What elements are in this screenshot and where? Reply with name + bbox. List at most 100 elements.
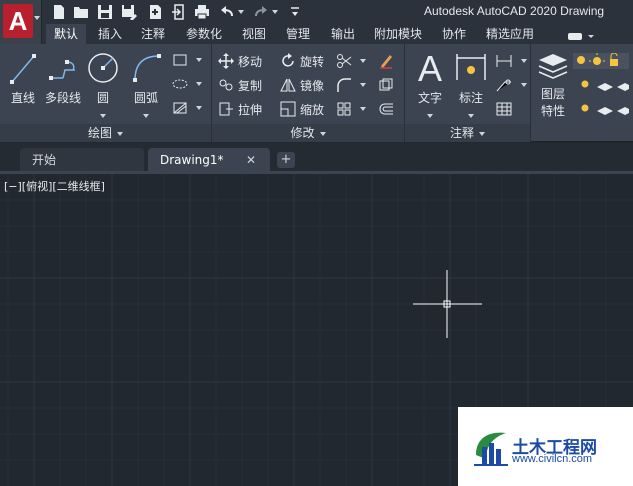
tab-view[interactable]: 视图 bbox=[234, 24, 274, 44]
mirror-button[interactable]: 镜像 bbox=[280, 75, 324, 95]
scissors-icon bbox=[337, 54, 352, 68]
tab-annotate[interactable]: 注释 bbox=[133, 24, 173, 44]
draw-panel-title[interactable]: 绘图 bbox=[0, 124, 211, 142]
plus-icon: + bbox=[280, 152, 292, 167]
copy-button[interactable]: 复制 bbox=[218, 75, 262, 95]
copy-icon bbox=[219, 79, 233, 91]
ribbon-display-toggle[interactable] bbox=[566, 28, 606, 41]
annotation-panel: A 文字 标注 注释 bbox=[405, 44, 531, 142]
offset-icon bbox=[379, 103, 393, 115]
offset-button[interactable] bbox=[378, 99, 398, 119]
polyline-icon bbox=[49, 60, 75, 80]
arc-button[interactable]: 圆弧 bbox=[128, 50, 164, 121]
tab-insert[interactable]: 插入 bbox=[90, 24, 130, 44]
text-icon: A bbox=[418, 50, 442, 86]
table-icon bbox=[496, 102, 512, 116]
dimension-icon bbox=[456, 54, 486, 80]
dimension-button[interactable]: 标注 bbox=[453, 50, 489, 121]
scale-label: 缩放 bbox=[300, 102, 325, 117]
close-icon[interactable]: ✕ bbox=[246, 148, 256, 172]
scale-button[interactable]: 缩放 bbox=[280, 99, 324, 119]
redo-icon[interactable] bbox=[252, 3, 270, 21]
mirror-label: 镜像 bbox=[300, 78, 325, 93]
layer-properties-button[interactable]: 图层 特性 bbox=[535, 50, 571, 119]
polyline-button[interactable]: 多段线 bbox=[44, 50, 82, 106]
draw-panel-title-label: 绘图 bbox=[87, 126, 112, 140]
svg-text:A: A bbox=[418, 50, 442, 86]
watermark: 土木工程网 www.civilcn.com bbox=[458, 407, 633, 486]
save-icon[interactable] bbox=[96, 3, 114, 21]
move-label: 移动 bbox=[238, 54, 263, 69]
layer-state-row[interactable] bbox=[573, 51, 633, 71]
trim-button[interactable] bbox=[336, 51, 366, 71]
undo-icon[interactable] bbox=[218, 3, 236, 21]
layer-tool-row-2[interactable] bbox=[577, 99, 633, 119]
saveas-icon[interactable] bbox=[120, 3, 138, 21]
leader-button[interactable] bbox=[495, 75, 527, 95]
customize-icon[interactable] bbox=[286, 3, 304, 21]
ribbon-tab-bar: 默认 插入 注释 参数化 视图 管理 输出 附加模块 协作 精选应用 bbox=[42, 24, 633, 44]
arc-dropdown-icon[interactable] bbox=[128, 107, 164, 121]
mirror-icon bbox=[280, 78, 296, 92]
autocad-logo: A bbox=[3, 4, 33, 38]
ellipse-icon bbox=[172, 79, 188, 89]
chevron-down-icon bbox=[34, 16, 40, 20]
autocad-window: Autodesk AutoCAD 2020 Drawing A 默认 插入 注释… bbox=[0, 0, 633, 486]
undo-dropdown-icon[interactable] bbox=[236, 3, 246, 21]
modify-panel-title[interactable]: 修改 bbox=[212, 124, 404, 142]
new-icon[interactable] bbox=[50, 3, 68, 21]
scale-icon bbox=[280, 101, 296, 117]
circle-dropdown-icon[interactable] bbox=[86, 107, 120, 121]
stretch-button[interactable]: 拉伸 bbox=[218, 99, 262, 119]
stretch-icon bbox=[219, 102, 233, 116]
linear-dimension-button[interactable] bbox=[495, 51, 527, 71]
watermark-logo-icon bbox=[474, 432, 508, 466]
tab-addins[interactable]: 附加模块 bbox=[366, 24, 430, 44]
layer-tool-row-1[interactable] bbox=[577, 75, 633, 95]
tab-featured-apps[interactable]: 精选应用 bbox=[478, 24, 542, 44]
table-button[interactable] bbox=[495, 99, 517, 119]
line-button[interactable]: 直线 bbox=[8, 50, 38, 106]
dimension-label: 标注 bbox=[458, 91, 483, 105]
ellipse-button[interactable] bbox=[172, 74, 202, 94]
eraser-icon bbox=[380, 55, 392, 69]
text-button[interactable]: A 文字 bbox=[413, 50, 447, 121]
title-bar: Autodesk AutoCAD 2020 Drawing bbox=[0, 0, 633, 24]
circle-icon bbox=[88, 53, 118, 83]
rotate-icon bbox=[282, 53, 294, 67]
rotate-button[interactable]: 旋转 bbox=[280, 51, 324, 71]
open-icon[interactable] bbox=[72, 3, 90, 21]
fillet-button[interactable] bbox=[336, 75, 366, 95]
polyline-label: 多段线 bbox=[44, 91, 81, 105]
dimension-dropdown-icon[interactable] bbox=[453, 107, 489, 121]
fillet-icon bbox=[337, 78, 351, 92]
circle-button[interactable]: 圆 bbox=[86, 50, 120, 121]
tab-output[interactable]: 输出 bbox=[323, 24, 363, 44]
rectangle-button[interactable] bbox=[172, 50, 202, 70]
redo-dropdown-icon[interactable] bbox=[270, 3, 280, 21]
application-menu-button[interactable]: A bbox=[0, 0, 42, 44]
move-button[interactable]: 移动 bbox=[218, 51, 262, 71]
import-icon[interactable] bbox=[146, 3, 164, 21]
array-button[interactable] bbox=[336, 99, 366, 119]
layers-icon bbox=[538, 54, 568, 79]
new-tab-button[interactable]: + bbox=[277, 152, 295, 168]
layer-properties-label-2: 特性 bbox=[540, 104, 565, 118]
print-icon[interactable] bbox=[193, 3, 211, 21]
window-title: Autodesk AutoCAD 2020 Drawing bbox=[424, 4, 605, 18]
draw-panel: 直线 多段线 圆 圆弧 绘图 bbox=[0, 44, 212, 142]
tab-home[interactable]: 默认 bbox=[46, 24, 87, 44]
copy-label: 复制 bbox=[238, 78, 263, 93]
tab-parametric[interactable]: 参数化 bbox=[178, 24, 230, 44]
doc-tab-drawing1[interactable]: Drawing1* ✕ bbox=[148, 148, 270, 172]
annotation-panel-title[interactable]: 注释 bbox=[405, 124, 530, 142]
explode-button[interactable] bbox=[378, 75, 398, 95]
export-icon[interactable] bbox=[170, 3, 188, 21]
erase-button[interactable] bbox=[378, 51, 398, 71]
text-dropdown-icon[interactable] bbox=[413, 107, 447, 121]
hatch-icon bbox=[173, 102, 187, 114]
tab-collaborate[interactable]: 协作 bbox=[434, 24, 474, 44]
hatch-button[interactable] bbox=[172, 98, 202, 118]
doc-tab-start[interactable]: 开始 bbox=[20, 148, 144, 172]
tab-manage[interactable]: 管理 bbox=[278, 24, 318, 44]
